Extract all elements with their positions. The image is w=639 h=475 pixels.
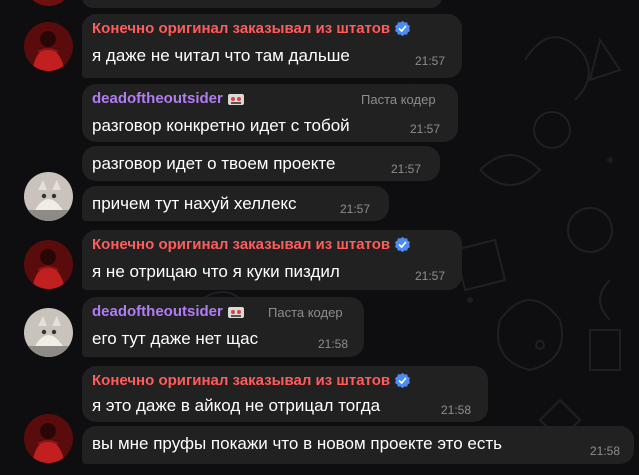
user-avatar-red	[24, 22, 73, 71]
message-bubble[interactable]: Конечно оригинал заказывал из штатов я н…	[82, 230, 462, 290]
emoji-icon	[227, 93, 244, 105]
sender-name[interactable]: Конечно оригинал заказывал из штатов	[92, 20, 411, 37]
message-time: 21:57	[415, 269, 446, 283]
verified-icon	[395, 372, 411, 389]
sender-name-text: deadoftheoutsider	[92, 303, 223, 320]
message-text: я это даже в айкод не отрицал тогда	[92, 396, 381, 415]
emoji-icon	[227, 306, 244, 318]
verified-icon	[395, 236, 411, 253]
message-text: вы мне пруфы покажи что в новом проекте …	[92, 434, 503, 453]
message-text: разговор конкретно идет с тобой	[92, 116, 350, 135]
message-time: 21:57	[340, 202, 371, 216]
message-text: разговор идет о твоем проекте	[92, 154, 336, 173]
user-avatar-red	[24, 414, 73, 463]
message-text: его тут даже нет щас	[92, 329, 259, 348]
sender-name-text: Конечно оригинал заказывал из штатов	[92, 20, 391, 37]
sender-name-text: deadoftheoutsider	[92, 90, 223, 107]
message-text: я не отрицаю что я куки пиздил	[92, 262, 340, 281]
message-bubble[interactable]: причем тут нахуй хеллекс 21:57	[82, 186, 389, 221]
avatar[interactable]	[24, 240, 73, 289]
avatar[interactable]	[24, 0, 73, 6]
user-avatar-red	[24, 240, 73, 289]
sender-name[interactable]: Конечно оригинал заказывал из штатов	[92, 372, 411, 389]
avatar[interactable]	[24, 414, 73, 463]
message-text: я даже не читал что там дальше	[92, 46, 350, 65]
sender-name[interactable]: deadoftheoutsider	[92, 90, 245, 107]
user-avatar-cat	[24, 308, 73, 357]
message-bubble[interactable]: deadoftheoutsider Паста кодер его тут да…	[82, 297, 364, 357]
message-time: 21:57	[391, 162, 422, 176]
message-time: 21:58	[318, 337, 349, 351]
message-bubble[interactable]	[82, 0, 442, 8]
avatar[interactable]	[24, 308, 73, 357]
message-text: причем тут нахуй хеллекс	[92, 194, 297, 213]
message-time: 21:58	[590, 444, 621, 458]
avatar[interactable]	[24, 172, 73, 221]
message-bubble[interactable]: вы мне пруфы покажи что в новом проекте …	[82, 426, 634, 464]
message-list[interactable]: Конечно оригинал заказывал из штатов я д…	[0, 0, 639, 475]
verified-icon	[395, 20, 411, 37]
message-bubble[interactable]: разговор идет о твоем проекте 21:57	[82, 146, 440, 181]
sender-name-text: Конечно оригинал заказывал из штатов	[92, 236, 391, 253]
message-time: 21:57	[410, 122, 441, 136]
admin-title: Паста кодер	[268, 305, 343, 320]
message-bubble[interactable]: Конечно оригинал заказывал из штатов я д…	[82, 14, 462, 78]
user-avatar-cat	[24, 172, 73, 221]
message-time: 21:58	[441, 403, 472, 417]
sender-name[interactable]: deadoftheoutsider	[92, 303, 245, 320]
sender-name-text: Конечно оригинал заказывал из штатов	[92, 372, 391, 389]
message-bubble[interactable]: deadoftheoutsider Паста кодер разговор к…	[82, 84, 458, 142]
message-bubble[interactable]: Конечно оригинал заказывал из штатов я э…	[82, 366, 488, 422]
avatar[interactable]	[24, 22, 73, 71]
admin-title: Паста кодер	[361, 92, 436, 107]
sender-name[interactable]: Конечно оригинал заказывал из штатов	[92, 236, 411, 253]
message-time: 21:57	[415, 54, 446, 68]
